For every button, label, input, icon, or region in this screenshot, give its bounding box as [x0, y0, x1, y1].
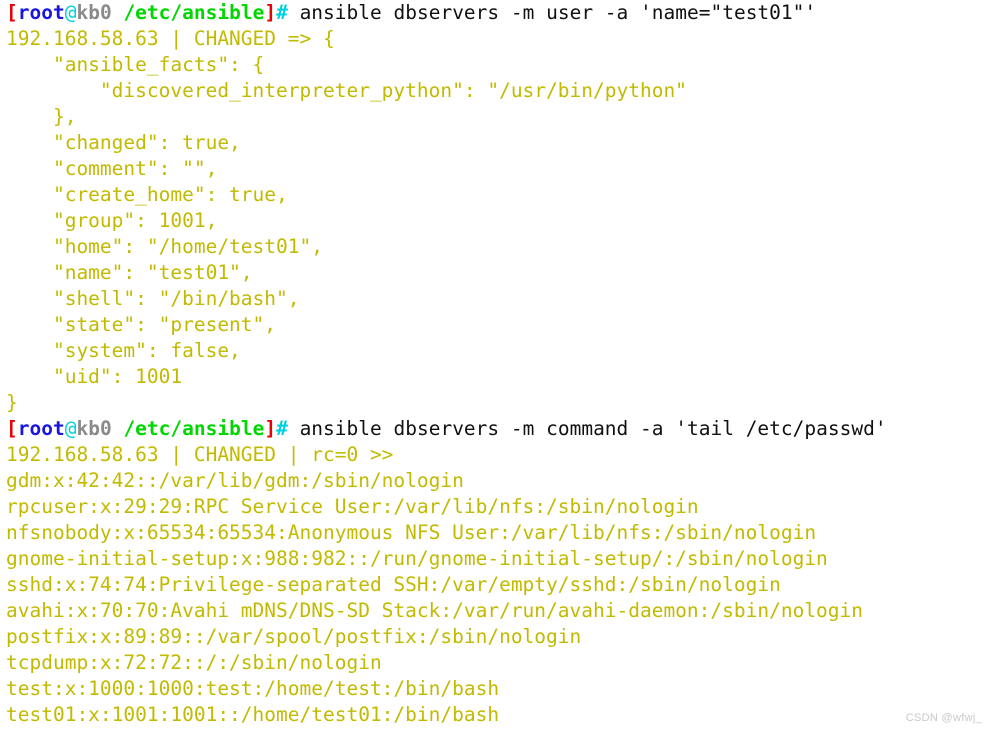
output-line: "uid": 1001 [6, 365, 183, 388]
output-line: }, [6, 105, 77, 128]
output-line: "comment": "", [6, 157, 218, 180]
output-line: 192.168.58.63 | CHANGED | rc=0 >> [6, 443, 394, 466]
prompt-host: kb0 [76, 1, 112, 24]
output-line: "discovered_interpreter_python": "/usr/b… [6, 79, 687, 102]
output-block-2: 192.168.58.63 | CHANGED | rc=0 >> gdm:x:… [0, 442, 990, 728]
output-line: avahi:x:70:70:Avahi mDNS/DNS-SD Stack:/v… [6, 599, 864, 622]
watermark: CSDN @wfwj_ [905, 712, 982, 724]
prompt-path: /etc/ansible [111, 1, 265, 24]
output-line: "ansible_facts": { [6, 53, 265, 76]
output-line: "home": "/home/test01", [6, 235, 323, 258]
prompt-line-1: [root@kb0 /etc/ansible]# ansible dbserve… [0, 0, 990, 26]
prompt-at-icon: @ [64, 1, 77, 24]
command-input-1[interactable]: ansible dbservers -m user -a 'name="test… [288, 1, 817, 24]
output-line: tcpdump:x:72:72::/:/sbin/nologin [6, 651, 382, 674]
output-line: gdm:x:42:42::/var/lib/gdm:/sbin/nologin [6, 469, 464, 492]
output-line: test:x:1000:1000:test:/home/test:/bin/ba… [6, 677, 500, 700]
output-line: "system": false, [6, 339, 241, 362]
prompt-bracket-open-icon: [ [6, 1, 18, 24]
output-line: rpcuser:x:29:29:RPC Service User:/var/li… [6, 495, 699, 518]
prompt-at-icon: @ [64, 417, 77, 440]
prompt-user: root [17, 1, 65, 24]
prompt-sigil-icon: # [276, 1, 288, 24]
prompt-bracket-close-icon: ] [264, 1, 277, 24]
prompt-path: /etc/ansible [111, 417, 265, 440]
output-line: 192.168.58.63 | CHANGED => { [6, 27, 335, 50]
prompt-bracket-close-icon: ] [264, 417, 277, 440]
output-line: gnome-initial-setup:x:988:982::/run/gnom… [6, 547, 828, 570]
prompt-host: kb0 [76, 417, 112, 440]
output-block-1: 192.168.58.63 | CHANGED => { "ansible_fa… [0, 26, 990, 416]
output-line: "create_home": true, [6, 183, 288, 206]
output-line: postfix:x:89:89::/var/spool/postfix:/sbi… [6, 625, 582, 648]
prompt-sigil-icon: # [276, 417, 288, 440]
prompt-bracket-open-icon: [ [6, 417, 18, 440]
output-line: "state": "present", [6, 313, 277, 336]
output-line: "name": "test01", [6, 261, 253, 284]
prompt-user: root [17, 417, 65, 440]
terminal-window[interactable]: [root@kb0 /etc/ansible]# ansible dbserve… [0, 0, 990, 730]
output-line: } [6, 391, 18, 414]
prompt-line-2: [root@kb0 /etc/ansible]# ansible dbserve… [0, 416, 990, 442]
output-line: nfsnobody:x:65534:65534:Anonymous NFS Us… [6, 521, 817, 544]
output-line: "shell": "/bin/bash", [6, 287, 300, 310]
command-input-2[interactable]: ansible dbservers -m command -a 'tail /e… [288, 417, 887, 440]
output-line: test01:x:1001:1001::/home/test01:/bin/ba… [6, 703, 500, 726]
output-line: sshd:x:74:74:Privilege-separated SSH:/va… [6, 573, 781, 596]
output-line: "changed": true, [6, 131, 241, 154]
output-line: "group": 1001, [6, 209, 218, 232]
